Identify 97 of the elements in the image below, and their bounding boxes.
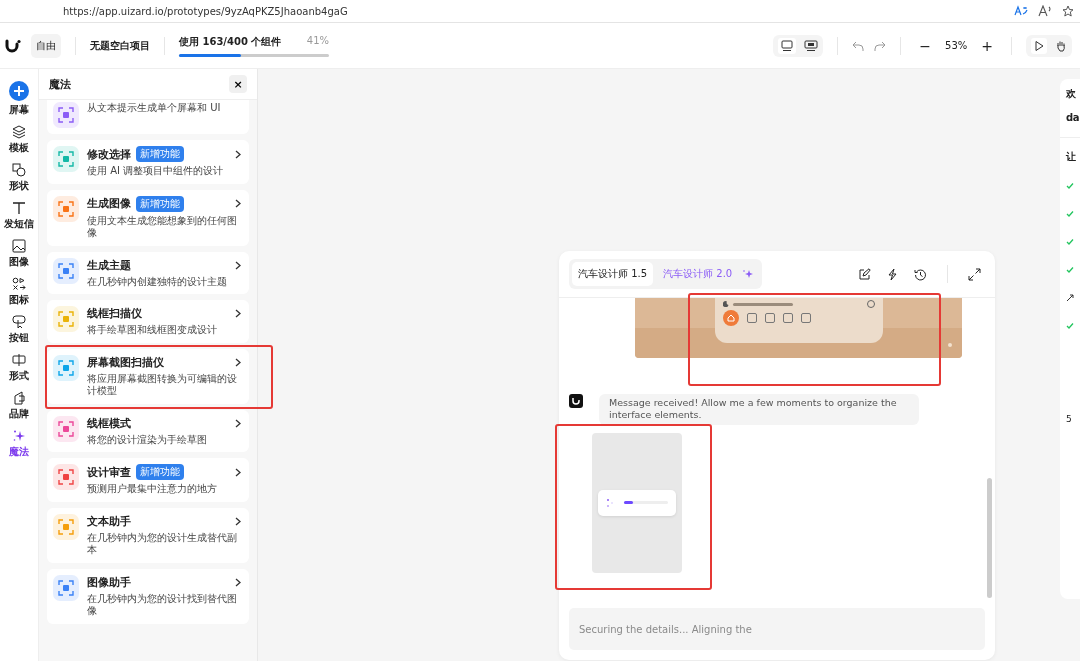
mode-button[interactable]: 自由 bbox=[31, 33, 61, 58]
feature-title: 生成图像 bbox=[87, 196, 131, 211]
model-tab[interactable]: 汽车设计师 1.5 bbox=[572, 262, 654, 286]
feature-description: 在几秒钟内创建独特的设计主题 bbox=[87, 275, 228, 288]
panel-title: 魔法 bbox=[49, 76, 71, 92]
chevron-icon bbox=[235, 516, 241, 526]
sparkle-icon bbox=[742, 268, 755, 280]
rail-item[interactable]: 图像 bbox=[0, 237, 38, 271]
chevron-icon bbox=[235, 577, 241, 587]
star-icon[interactable] bbox=[1062, 5, 1074, 17]
feature-description: 在几秒钟内为您的设计生成替代副本 bbox=[87, 531, 238, 557]
moon-icon bbox=[723, 301, 729, 307]
sparkle-icon bbox=[606, 497, 614, 508]
feature-card[interactable]: 修改选择 新增功能 使用 AI 调整项目中组件的设计 bbox=[47, 140, 249, 184]
chat-input[interactable]: Securing the details... Aligning the bbox=[569, 608, 985, 650]
usage-label: 使用 163/400 个组件 bbox=[179, 34, 282, 49]
layers-icon bbox=[12, 125, 26, 139]
feature-card[interactable]: 文本助手 在几秒钟内为您的设计生成替代副本 bbox=[47, 507, 249, 563]
text-icon bbox=[12, 201, 26, 215]
side-text: 让 bbox=[1066, 152, 1077, 162]
translate-icon[interactable] bbox=[1014, 5, 1028, 17]
chevron-icon bbox=[235, 199, 241, 208]
play-icon[interactable] bbox=[1031, 37, 1047, 54]
feature-title: 图像助手 bbox=[87, 574, 131, 590]
feature-card[interactable]: 线框扫描仪 将手绘草图和线框图变成设计 bbox=[47, 300, 249, 343]
feature-description: 将您的设计渲染为手绘草图 bbox=[87, 433, 208, 446]
side-count: 5 bbox=[1066, 414, 1073, 424]
zoom-in-button[interactable]: + bbox=[977, 37, 997, 54]
home-icon[interactable] bbox=[723, 310, 739, 326]
logo-icon[interactable] bbox=[5, 38, 21, 53]
feature-title: 线框模式 bbox=[87, 415, 131, 431]
feature-description: 将应用屏幕截图转换为可编辑的设计模型 bbox=[87, 372, 238, 398]
feature-card[interactable]: 图像助手 在几秒钟内为您的设计找到替代图像 bbox=[47, 568, 249, 624]
usage-percent: 41% bbox=[306, 34, 329, 48]
lightning-icon[interactable] bbox=[887, 267, 898, 281]
feature-card[interactable]: 生成图像 新增功能 使用文本生成您能想象到的任何图像 bbox=[47, 189, 249, 246]
text-cursor-icon bbox=[12, 353, 26, 367]
shapes-icon bbox=[12, 163, 26, 177]
feature-description: 使用文本生成您能想象到的任何图像 bbox=[87, 214, 238, 240]
plus-icon bbox=[9, 81, 29, 101]
desktop-icon[interactable] bbox=[778, 37, 797, 54]
rail-item[interactable]: 图标 bbox=[0, 275, 38, 309]
model-tab[interactable]: 汽车设计师 2.0 bbox=[657, 262, 739, 286]
rail-item[interactable]: 发短信 bbox=[0, 199, 38, 233]
undo-icon[interactable] bbox=[852, 39, 865, 52]
feature-description: 从文本提示生成单个屏幕和 UI bbox=[87, 102, 222, 115]
feature-description: 预测用户最集中注意力的地方 bbox=[87, 483, 218, 496]
rail-item[interactable]: 品牌 bbox=[0, 389, 38, 423]
feature-card[interactable]: 生成主题 在几秒钟内创建独特的设计主题 bbox=[47, 251, 249, 294]
feature-description: 使用 AI 调整项目中组件的设计 bbox=[87, 165, 225, 178]
feature-card[interactable]: 屏幕截图扫描仪 将应用屏幕截图转换为可编辑的设计模型 bbox=[47, 348, 249, 404]
chevron-icon bbox=[235, 149, 241, 159]
close-button[interactable]: × bbox=[229, 75, 247, 93]
logo-icon bbox=[569, 394, 583, 408]
feature-title: 修改选择 bbox=[87, 146, 131, 162]
chevron-icon bbox=[235, 467, 241, 477]
brand-icon bbox=[12, 391, 26, 405]
chat-message: Message received! Allow me a few moments to organize the interface elements. bbox=[599, 394, 919, 425]
feature-title: 屏幕截图扫描仪 bbox=[87, 354, 164, 370]
side-text: da bbox=[1066, 113, 1080, 123]
chevron-icon bbox=[235, 418, 241, 428]
feature-title: 生成主题 bbox=[87, 257, 131, 273]
chevron-icon bbox=[235, 260, 241, 270]
zoom-out-button[interactable]: − bbox=[915, 37, 936, 54]
feature-card[interactable]: 设计审查 新增功能 预测用户最集中注意力的地方 bbox=[47, 458, 249, 502]
feature-description: 在几秒钟内为您的设计找到替代图像 bbox=[87, 592, 238, 618]
history-icon[interactable] bbox=[914, 267, 927, 281]
rail-item[interactable]: 模板 bbox=[0, 123, 38, 157]
side-text: 欢 bbox=[1066, 89, 1077, 99]
chevron-icon bbox=[235, 309, 241, 318]
feature-title: 线框扫描仪 bbox=[87, 306, 142, 321]
feature-title: 文本助手 bbox=[87, 513, 131, 529]
feature-card[interactable]: 线框模式 将您的设计渲染为手绘草图 bbox=[47, 409, 249, 452]
image-icon bbox=[12, 239, 26, 253]
icons-icon bbox=[12, 277, 26, 291]
rail-item[interactable]: 按钮 bbox=[0, 313, 38, 347]
new-badge: 新增功能 bbox=[136, 464, 184, 480]
rail-item[interactable]: 形式 bbox=[0, 351, 38, 385]
rail-item[interactable]: 魔法 bbox=[0, 427, 38, 461]
read-aloud-icon[interactable] bbox=[1038, 5, 1052, 17]
new-badge: 新增功能 bbox=[136, 146, 184, 162]
feature-card[interactable]: 从文本提示生成单个屏幕和 UI bbox=[47, 100, 249, 134]
feature-description: 将手绘草图和线框图变成设计 bbox=[87, 324, 218, 337]
cursor-icon bbox=[12, 315, 26, 329]
screens-icon[interactable] bbox=[804, 39, 819, 52]
new-badge: 新增功能 bbox=[136, 195, 184, 212]
hand-icon[interactable] bbox=[1055, 39, 1067, 52]
edit-icon[interactable] bbox=[858, 267, 871, 281]
rail-item[interactable]: 形状 bbox=[0, 161, 38, 195]
rail-item[interactable]: 屏幕 bbox=[0, 79, 38, 119]
feature-title: 设计审查 bbox=[87, 464, 131, 480]
chevron-icon bbox=[235, 357, 241, 367]
sparkle-icon bbox=[12, 429, 26, 443]
expand-icon[interactable] bbox=[968, 267, 981, 281]
redo-icon[interactable] bbox=[874, 39, 887, 52]
project-title[interactable]: 无题空白项目 bbox=[90, 38, 150, 53]
zoom-level[interactable]: 53% bbox=[945, 40, 968, 51]
